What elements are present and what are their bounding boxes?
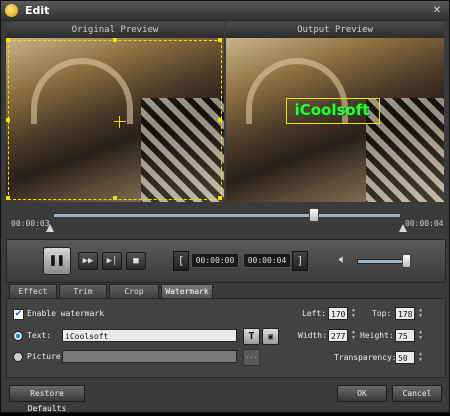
browse-picture-button[interactable]: ... xyxy=(243,349,260,366)
timeline-thumb[interactable] xyxy=(308,208,319,222)
transparency-label: Transparency: xyxy=(334,353,397,362)
speaker-icon[interactable]: 🔈︎ xyxy=(339,252,346,267)
text-font-button[interactable]: T xyxy=(243,328,260,345)
left-label: Left: xyxy=(302,309,327,318)
cancel-button[interactable]: Cancel xyxy=(392,385,442,402)
title-bar: Edit ✕ xyxy=(1,1,449,21)
crosshair-icon xyxy=(114,116,126,128)
ok-button[interactable]: OK xyxy=(337,385,387,402)
width-label: Width: xyxy=(298,331,327,340)
transparency-input[interactable]: 50 xyxy=(395,351,415,364)
enable-watermark-label: Enable watermark xyxy=(27,309,105,318)
fast-forward-button[interactable]: ▶▶ xyxy=(78,252,98,270)
top-label: Top: xyxy=(372,309,392,318)
crop-handle-t[interactable] xyxy=(113,38,117,42)
close-icon[interactable]: ✕ xyxy=(431,5,443,17)
next-frame-button[interactable]: ▶| xyxy=(102,252,122,270)
current-time: 00:00:03 xyxy=(11,219,50,228)
edit-window: Edit ✕ Original Preview Output Preview i… xyxy=(0,0,450,413)
start-marker-icon[interactable] xyxy=(46,224,54,232)
height-input[interactable]: 75 xyxy=(395,329,415,342)
app-logo-icon xyxy=(5,4,18,17)
restore-defaults-button[interactable]: Restore Defaults xyxy=(9,385,85,413)
transparency-spinner-icon[interactable]: ▲ ▼ xyxy=(416,351,425,364)
set-start-button[interactable]: [ xyxy=(173,251,189,271)
watermark-overlay-text: iCoolsoft xyxy=(294,101,370,119)
enable-watermark-checkbox[interactable]: ✔ xyxy=(13,309,24,320)
text-color-button[interactable]: ▣ xyxy=(262,328,279,345)
height-spinner-icon[interactable]: ▲ ▼ xyxy=(416,329,425,342)
volume-thumb[interactable] xyxy=(402,254,412,268)
top-spinner-icon[interactable]: ▲ ▼ xyxy=(416,307,425,320)
left-spinner-icon[interactable]: ▲ ▼ xyxy=(349,307,358,320)
crop-handle-tl[interactable] xyxy=(6,38,10,42)
set-end-button[interactable]: ] xyxy=(292,251,308,271)
original-preview[interactable] xyxy=(6,38,224,202)
crop-handle-l[interactable] xyxy=(6,118,10,122)
top-input[interactable]: 178 xyxy=(395,307,415,320)
height-label: Height: xyxy=(360,331,394,340)
start-time-field[interactable]: 00:00:00 xyxy=(191,253,239,268)
width-spinner-icon[interactable]: ▲ ▼ xyxy=(349,329,358,342)
end-time-field[interactable]: 00:00:04 xyxy=(243,253,291,268)
width-input[interactable]: 277 xyxy=(328,329,348,342)
text-radio[interactable] xyxy=(13,331,23,341)
watermark-panel: ✔ Enable watermark Text: iCoolsoft T ▣ P… xyxy=(6,298,446,378)
pause-button[interactable]: ❚❚ xyxy=(43,247,71,275)
original-preview-label: Original Preview xyxy=(6,22,224,38)
playback-controls: ❚❚ ▶▶ ▶| ■ [ 00:00:00 00:00:04 ] 🔈︎ xyxy=(6,239,446,283)
left-input[interactable]: 170 xyxy=(328,307,348,320)
stop-button[interactable]: ■ xyxy=(126,252,146,270)
watermark-text-input[interactable]: iCoolsoft xyxy=(62,329,237,342)
crop-handle-br[interactable] xyxy=(218,196,222,200)
text-label: Text: xyxy=(27,331,52,340)
picture-path-input xyxy=(62,350,237,363)
output-preview-label: Output Preview xyxy=(226,22,444,38)
picture-label: Picture: xyxy=(27,352,66,361)
output-preview: iCoolsoft xyxy=(226,38,444,202)
crop-handle-r[interactable] xyxy=(218,118,222,122)
crop-handle-b[interactable] xyxy=(113,196,117,200)
crop-handle-bl[interactable] xyxy=(6,196,10,200)
window-title: Edit xyxy=(25,4,50,17)
timeline-track[interactable] xyxy=(53,213,401,218)
picture-radio[interactable] xyxy=(13,352,23,362)
crop-handle-tr[interactable] xyxy=(218,38,222,42)
end-time: 00:00:04 xyxy=(405,219,444,228)
